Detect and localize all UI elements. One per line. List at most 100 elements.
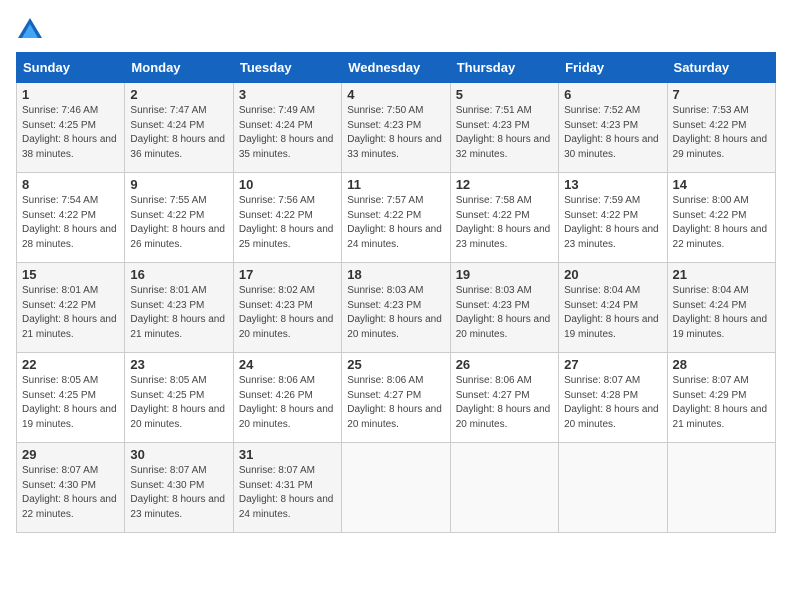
day-number: 16 <box>130 267 227 282</box>
day-info: Sunrise: 7:51 AMSunset: 4:23 PMDaylight:… <box>456 104 553 162</box>
calendar-day-cell: 31 Sunrise: 8:07 AMSunset: 4:31 PMDayligh… <box>233 443 341 533</box>
page-header <box>16 16 776 44</box>
day-number: 29 <box>22 447 119 462</box>
day-info: Sunrise: 8:06 AMSunset: 4:26 PMDaylight:… <box>239 374 336 432</box>
calendar-week-row: 15Sunrise: 8:01 AMSunset: 4:22 PMDayligh… <box>17 263 776 353</box>
day-number: 5 <box>456 87 553 102</box>
calendar-day-cell: 19Sunrise: 8:03 AMSunset: 4:23 PMDayligh… <box>450 263 558 353</box>
day-number: 2 <box>130 87 227 102</box>
header-day: Monday <box>125 53 233 83</box>
day-number: 22 <box>22 357 119 372</box>
day-info: Sunrise: 7:59 AMSunset: 4:22 PMDaylight:… <box>564 194 661 252</box>
calendar-day-cell: 28 Sunrise: 8:07 AMSunset: 4:29 PMDayligh… <box>667 353 775 443</box>
header-day: Saturday <box>667 53 775 83</box>
day-number: 14 <box>673 177 770 192</box>
calendar-day-cell: 14 Sunrise: 8:00 AMSunset: 4:22 PMDayligh… <box>667 173 775 263</box>
calendar-day-cell: 26Sunrise: 8:06 AMSunset: 4:27 PMDayligh… <box>450 353 558 443</box>
day-info: Sunrise: 7:57 AMSunset: 4:22 PMDaylight:… <box>347 194 444 252</box>
logo-icon <box>16 16 44 44</box>
day-info: Sunrise: 7:53 AMSunset: 4:22 PMDaylight:… <box>673 104 770 162</box>
day-number: 23 <box>130 357 227 372</box>
day-info: Sunrise: 7:50 AMSunset: 4:23 PMDaylight:… <box>347 104 444 162</box>
header-day: Wednesday <box>342 53 450 83</box>
calendar-day-cell: 18 Sunrise: 8:03 AMSunset: 4:23 PMDayligh… <box>342 263 450 353</box>
day-number: 31 <box>239 447 336 462</box>
calendar-day-cell: 7 Sunrise: 7:53 AMSunset: 4:22 PMDaylight… <box>667 83 775 173</box>
header-day: Friday <box>559 53 667 83</box>
day-number: 4 <box>347 87 444 102</box>
day-number: 21 <box>673 267 770 282</box>
header-row: SundayMondayTuesdayWednesdayThursdayFrid… <box>17 53 776 83</box>
calendar-day-cell: 13 Sunrise: 7:59 AMSunset: 4:22 PMDayligh… <box>559 173 667 263</box>
calendar-day-cell: 9Sunrise: 7:55 AMSunset: 4:22 PMDaylight… <box>125 173 233 263</box>
day-number: 10 <box>239 177 336 192</box>
header-day: Thursday <box>450 53 558 83</box>
day-info: Sunrise: 8:00 AMSunset: 4:22 PMDaylight:… <box>673 194 770 252</box>
day-number: 20 <box>564 267 661 282</box>
day-number: 17 <box>239 267 336 282</box>
calendar-day-cell: 16Sunrise: 8:01 AMSunset: 4:23 PMDayligh… <box>125 263 233 353</box>
day-info: Sunrise: 7:49 AMSunset: 4:24 PMDaylight:… <box>239 104 336 162</box>
calendar-day-cell <box>559 443 667 533</box>
calendar-day-cell: 24 Sunrise: 8:06 AMSunset: 4:26 PMDayligh… <box>233 353 341 443</box>
calendar-week-row: 29 Sunrise: 8:07 AMSunset: 4:30 PMDayligh… <box>17 443 776 533</box>
calendar-day-cell: 17 Sunrise: 8:02 AMSunset: 4:23 PMDayligh… <box>233 263 341 353</box>
calendar-day-cell: 8 Sunrise: 7:54 AMSunset: 4:22 PMDaylight… <box>17 173 125 263</box>
day-number: 6 <box>564 87 661 102</box>
calendar-day-cell: 1Sunrise: 7:46 AMSunset: 4:25 PMDaylight… <box>17 83 125 173</box>
calendar-day-cell: 22 Sunrise: 8:05 AMSunset: 4:25 PMDayligh… <box>17 353 125 443</box>
day-number: 13 <box>564 177 661 192</box>
day-number: 25 <box>347 357 444 372</box>
day-number: 11 <box>347 177 444 192</box>
calendar-day-cell: 12 Sunrise: 7:58 AMSunset: 4:22 PMDayligh… <box>450 173 558 263</box>
calendar-day-cell: 4 Sunrise: 7:50 AMSunset: 4:23 PMDaylight… <box>342 83 450 173</box>
header-day: Sunday <box>17 53 125 83</box>
day-info: Sunrise: 8:07 AMSunset: 4:28 PMDaylight:… <box>564 374 661 432</box>
day-number: 8 <box>22 177 119 192</box>
calendar-day-cell <box>342 443 450 533</box>
day-number: 12 <box>456 177 553 192</box>
day-info: Sunrise: 8:07 AMSunset: 4:29 PMDaylight:… <box>673 374 770 432</box>
day-info: Sunrise: 8:07 AMSunset: 4:30 PMDaylight:… <box>22 464 119 522</box>
day-number: 24 <box>239 357 336 372</box>
day-info: Sunrise: 8:05 AMSunset: 4:25 PMDaylight:… <box>22 374 119 432</box>
day-info: Sunrise: 8:03 AMSunset: 4:23 PMDaylight:… <box>347 284 444 342</box>
day-info: Sunrise: 8:01 AMSunset: 4:22 PMDaylight:… <box>22 284 119 342</box>
calendar-day-cell: 6 Sunrise: 7:52 AMSunset: 4:23 PMDaylight… <box>559 83 667 173</box>
calendar-week-row: 8 Sunrise: 7:54 AMSunset: 4:22 PMDaylight… <box>17 173 776 263</box>
calendar-day-cell <box>667 443 775 533</box>
day-info: Sunrise: 8:04 AMSunset: 4:24 PMDaylight:… <box>673 284 770 342</box>
calendar-day-cell: 5 Sunrise: 7:51 AMSunset: 4:23 PMDaylight… <box>450 83 558 173</box>
calendar-day-cell <box>450 443 558 533</box>
day-info: Sunrise: 8:02 AMSunset: 4:23 PMDaylight:… <box>239 284 336 342</box>
day-info: Sunrise: 8:05 AMSunset: 4:25 PMDaylight:… <box>130 374 227 432</box>
calendar-day-cell: 11 Sunrise: 7:57 AMSunset: 4:22 PMDayligh… <box>342 173 450 263</box>
day-info: Sunrise: 8:06 AMSunset: 4:27 PMDaylight:… <box>347 374 444 432</box>
day-info: Sunrise: 7:52 AMSunset: 4:23 PMDaylight:… <box>564 104 661 162</box>
day-number: 7 <box>673 87 770 102</box>
calendar-table: SundayMondayTuesdayWednesdayThursdayFrid… <box>16 52 776 533</box>
calendar-day-cell: 10Sunrise: 7:56 AMSunset: 4:22 PMDayligh… <box>233 173 341 263</box>
calendar-week-row: 22 Sunrise: 8:05 AMSunset: 4:25 PMDayligh… <box>17 353 776 443</box>
day-info: Sunrise: 8:04 AMSunset: 4:24 PMDaylight:… <box>564 284 661 342</box>
calendar-day-cell: 25 Sunrise: 8:06 AMSunset: 4:27 PMDayligh… <box>342 353 450 443</box>
day-number: 27 <box>564 357 661 372</box>
day-info: Sunrise: 7:58 AMSunset: 4:22 PMDaylight:… <box>456 194 553 252</box>
calendar-day-cell: 20 Sunrise: 8:04 AMSunset: 4:24 PMDayligh… <box>559 263 667 353</box>
logo <box>16 16 48 44</box>
calendar-week-row: 1Sunrise: 7:46 AMSunset: 4:25 PMDaylight… <box>17 83 776 173</box>
day-info: Sunrise: 7:54 AMSunset: 4:22 PMDaylight:… <box>22 194 119 252</box>
calendar-day-cell: 30Sunrise: 8:07 AMSunset: 4:30 PMDayligh… <box>125 443 233 533</box>
calendar-day-cell: 15Sunrise: 8:01 AMSunset: 4:22 PMDayligh… <box>17 263 125 353</box>
day-number: 3 <box>239 87 336 102</box>
day-info: Sunrise: 8:07 AMSunset: 4:31 PMDaylight:… <box>239 464 336 522</box>
calendar-day-cell: 29 Sunrise: 8:07 AMSunset: 4:30 PMDayligh… <box>17 443 125 533</box>
day-info: Sunrise: 8:07 AMSunset: 4:30 PMDaylight:… <box>130 464 227 522</box>
calendar-day-cell: 21 Sunrise: 8:04 AMSunset: 4:24 PMDayligh… <box>667 263 775 353</box>
calendar-day-cell: 27 Sunrise: 8:07 AMSunset: 4:28 PMDayligh… <box>559 353 667 443</box>
day-number: 28 <box>673 357 770 372</box>
day-number: 9 <box>130 177 227 192</box>
day-number: 18 <box>347 267 444 282</box>
day-info: Sunrise: 7:46 AMSunset: 4:25 PMDaylight:… <box>22 104 119 162</box>
day-info: Sunrise: 8:03 AMSunset: 4:23 PMDaylight:… <box>456 284 553 342</box>
